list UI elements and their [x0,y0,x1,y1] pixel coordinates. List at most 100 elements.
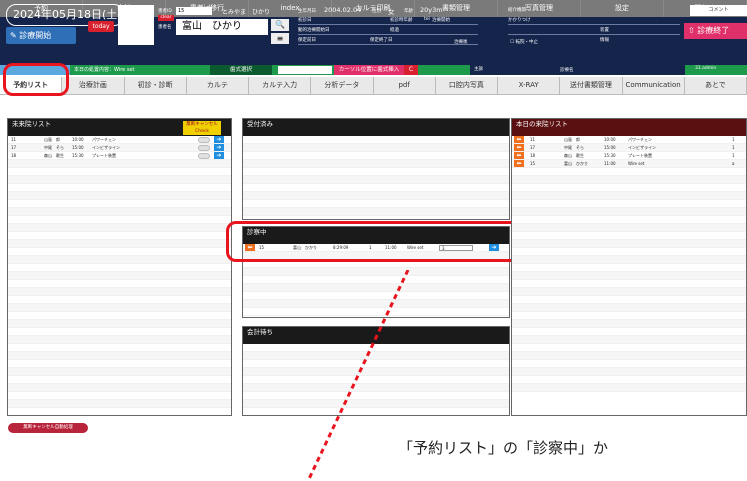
c-button[interactable]: C [404,65,418,75]
empty-row [8,400,231,408]
tab-pdf[interactable]: pdf [374,77,436,94]
empty-row [243,208,509,216]
start-exam-button[interactable]: ✎ 診療開始 [6,27,76,44]
search-icon[interactable]: 🔍 [271,19,289,31]
dynamic-start-label: 動的治療開始日 [298,28,330,33]
tab-karte-input[interactable]: カルテ入力 [249,77,312,94]
cell-id: 15 [530,161,536,166]
tab-karte[interactable]: カルテ [187,77,249,94]
reception-title-text: 受付済み [247,120,273,128]
annotation-ring [3,63,69,96]
arrow-left-icon[interactable]: ⬅ [514,136,524,143]
empty-row [8,216,231,224]
noshow-auto-button[interactable]: 無断キャンセル自動処理 [8,423,88,433]
tab-first-visit[interactable]: 初診・診断 [125,77,187,94]
empty-row [512,224,746,232]
hold-label: 保定前日 [298,38,316,43]
empty-row [512,304,746,312]
table-row[interactable]: 11 山島 郎 10:00 パワーチェン ➔ [8,136,231,144]
cell-count: 1 [732,145,735,150]
empty-row [512,384,746,392]
patient-name-field[interactable]: 富山 ひかり [176,19,268,35]
empty-row [512,232,746,240]
tab-communication[interactable]: Communication [623,77,685,94]
app-window: 予約 会計 患者id移行 index カルテ印刷 書類管理 写真管理 設定 閉じ… [0,0,747,481]
empty-row [243,152,509,160]
cancel-toggle[interactable] [198,153,210,159]
empty-row [512,360,746,368]
cell-proc: Wire set [628,161,645,166]
table-row[interactable]: ⬅ 17 中尾 そら 15:00 インビザライン 1 [512,144,746,152]
noshow-label: 無断キャンセル [186,122,218,127]
patient-id-field[interactable]: 15 [176,7,212,15]
clear-button[interactable]: clear [158,15,174,21]
empty-row [512,264,746,272]
tooth-select-button[interactable]: 歯式選択 [210,65,272,75]
tab-xray[interactable]: X-RAY [498,77,561,94]
cancel-toggle[interactable] [198,137,210,143]
today-button[interactable]: today [88,21,114,32]
empty-row [8,248,231,256]
tab-later[interactable]: あとで [685,77,747,94]
noshow-check-button[interactable]: 無断キャンセル Check [183,121,221,135]
arrow-right-icon[interactable]: ➔ [214,136,224,143]
cell-proc: インビザライン [628,145,656,150]
empty-row [243,200,509,208]
main-tabs: 予約リスト 治療計画 初診・診断 カルテ カルテ入力 分析データ pdf 口腔内… [0,77,747,95]
empty-row [8,264,231,272]
empty-row [243,184,509,192]
empty-row [512,216,746,224]
empty-row [8,296,231,304]
cell-name: 中尾 そら [44,145,64,150]
patient-photo [118,5,154,45]
table-row[interactable]: 17 中尾 そら 15:00 インビザライン ➔ [8,144,231,152]
chief-complaint-field[interactable]: 主訴 [470,65,685,75]
table-row[interactable]: ⬅ 15 富山 ひかり 11:00 Wire set a [512,160,746,168]
nav-settings[interactable]: 設定 [581,0,664,17]
end-exam-button[interactable]: ⇧ 診療終了 [684,23,747,39]
empty-row [243,136,509,144]
table-row[interactable]: ⬅ 18 森山 歌生 15:30 プレート装置 1 [512,152,746,160]
empty-row [512,256,746,264]
cell-count: 1 [732,153,735,158]
table-row[interactable]: 18 森山 歌生 15:30 プレート装置 ➔ [8,152,231,160]
family-doctor-label: かかりつけ [508,18,531,23]
comment-field[interactable]: コメント [690,5,747,16]
today-treatment: 本日の処置内容：Wire set [74,67,135,73]
dx-name-label: 診療名 [560,68,574,73]
cancel-toggle[interactable] [198,145,210,151]
arrow-right-icon[interactable]: ➔ [214,152,224,159]
transfer-stop-checkbox[interactable]: ☐ 転院・中止 [510,39,538,45]
empty-row [243,176,509,184]
caption-text: 「予約リスト」の「診察中」か [398,439,609,457]
empty-row [8,328,231,336]
edit-icon: ✎ [10,31,20,40]
tab-sent-docs[interactable]: 送付書類管理 [560,77,623,94]
admin-label: 31.admin [695,66,717,71]
empty-row [512,200,746,208]
arrow-left-icon[interactable]: ⬅ [514,144,524,151]
age-value: 20y3m [420,6,443,14]
empty-row [512,288,746,296]
arrow-left-icon[interactable]: ⬅ [514,152,524,159]
birth-date: 2004.02.04 [324,6,362,14]
table-row[interactable]: ⬅ 11 山島 郎 10:00 パワーチェン 1 [512,136,746,144]
arrow-right-icon[interactable]: ➔ [214,144,224,151]
tab-treatment-plan[interactable]: 治療計画 [62,77,125,94]
empty-row [8,240,231,248]
tab-analysis[interactable]: 分析データ [311,77,374,94]
arrow-left-icon[interactable]: ⬅ [514,160,524,167]
tab-intraoral[interactable]: 口腔内写真 [436,77,498,94]
empty-row [512,312,746,320]
first-visit-label: 初診日 [298,18,312,23]
cell-name: 森山 歌生 [44,153,64,158]
transfer-stop-label: 転院・中止 [515,40,538,45]
tooth-input[interactable] [278,66,332,74]
empty-row [512,168,746,176]
menu-icon[interactable]: ≡ [271,33,289,44]
empty-row [8,376,231,384]
cursor-insert-button[interactable]: カーソル位置に歯式挿入 [334,65,404,75]
birth-label: 生年月日 [298,9,316,14]
empty-row [512,192,746,200]
treatment-start-label: 治療開始 [432,18,450,23]
